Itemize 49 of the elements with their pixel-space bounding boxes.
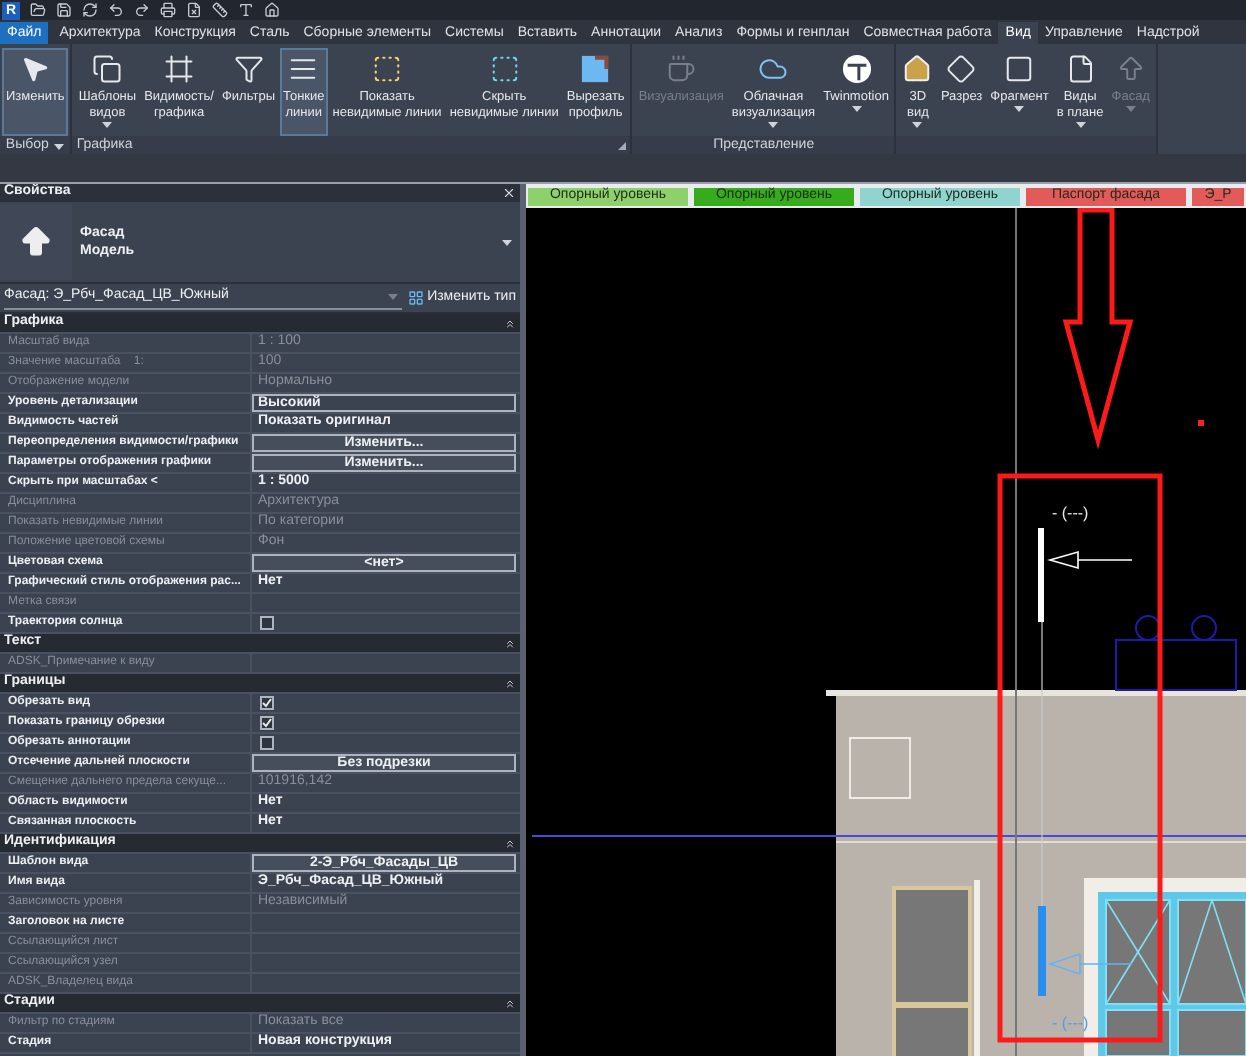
grid-icon [407,290,424,306]
close-icon[interactable] [502,186,516,200]
level-marker[interactable] [1038,528,1133,622]
caret-icon [1014,106,1025,112]
checkbox[interactable] [260,736,274,750]
checkbox[interactable] [260,696,274,710]
caret-icon [1125,106,1136,112]
stacked-pages-icon [92,54,123,84]
save-icon[interactable] [56,2,72,18]
print-icon[interactable] [160,2,176,18]
cloud-icon [758,54,789,84]
page-icon [1065,54,1096,84]
caret-icon [912,122,923,128]
up-arrow-icon [18,224,54,260]
lines-icon [288,54,319,84]
text-tool-icon[interactable] [238,2,254,18]
circle-logo-icon [841,54,871,84]
caret-icon [768,122,779,128]
house-icon[interactable] [264,2,280,18]
corner-square-icon [580,54,611,84]
dashed-square-icon [372,54,403,84]
sync-icon[interactable] [82,2,98,18]
checkbox[interactable] [260,716,274,730]
house-icon [902,54,933,84]
rounded-square-icon [1004,54,1035,84]
level-tag-label: - (---) [1052,504,1089,522]
filter-icon [233,54,264,84]
launcher-icon[interactable] [618,142,627,150]
level-tag-label: - (---) [1052,1014,1089,1032]
dashed-square-icon [489,54,520,84]
redo-icon[interactable] [134,2,150,18]
level-marker[interactable] [1038,906,1133,996]
point-marker [1198,420,1204,426]
caret-icon [502,239,512,245]
caret-icon [102,122,113,128]
open-folder-icon[interactable] [30,2,46,18]
checkbox[interactable] [260,616,274,630]
caret-icon [851,106,861,112]
caret-icon [54,143,65,149]
rooftop-unit-drawing [1115,615,1237,691]
undo-icon[interactable] [108,2,124,18]
ruler-icon[interactable] [212,2,228,18]
diamond-icon [946,54,977,84]
pointer-icon [20,54,51,84]
up-arrow-icon [1115,54,1146,84]
caret-icon [387,294,398,300]
cup-icon [666,54,697,84]
close-file-icon[interactable] [186,2,202,18]
caret-icon [1075,122,1086,128]
